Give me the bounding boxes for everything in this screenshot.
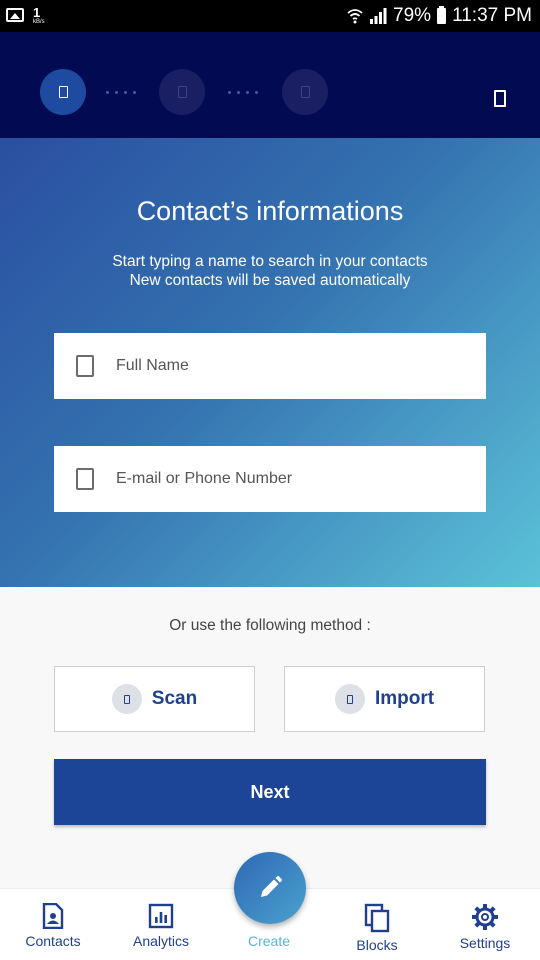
network-speed-unit: kB/s (33, 19, 45, 25)
signal-icon (369, 8, 387, 24)
method-label: Or use the following method : (169, 617, 371, 634)
status-bar: 1 kB/s 79% 11:37 PM (0, 0, 540, 32)
battery-icon (437, 6, 447, 24)
person-icon (76, 355, 94, 377)
status-right: 79% 11:37 PM (347, 5, 532, 27)
page-subtitle: Start typing a name to search in your co… (0, 252, 540, 290)
nav-analytics[interactable]: Analytics (116, 903, 206, 949)
clock: 11:37 PM (452, 5, 532, 26)
nav-create-label[interactable]: Create (224, 933, 314, 949)
analytics-icon (148, 903, 174, 929)
gallery-notification-icon (6, 8, 24, 22)
step-3-indicator[interactable] (282, 69, 328, 115)
nav-contacts[interactable]: Contacts (8, 903, 98, 949)
network-speed: 1 kB/s (33, 6, 45, 25)
subtitle-line-2: New contacts will be saved automatically (129, 272, 411, 289)
next-button[interactable]: Next (54, 759, 486, 825)
contact-info-section: Contact’s informations Start typing a na… (0, 138, 540, 587)
battery-percent: 79% (393, 5, 432, 26)
nav-settings-label: Settings (459, 935, 511, 951)
step-2-indicator[interactable] (159, 69, 205, 115)
scan-button[interactable]: Scan (54, 666, 255, 732)
stepper-header (0, 32, 540, 138)
nav-contacts-label: Contacts (25, 933, 81, 949)
full-name-field[interactable] (54, 333, 486, 399)
nav-settings[interactable]: Settings (440, 903, 530, 951)
gear-icon (472, 904, 498, 930)
pencil-icon (261, 876, 282, 897)
scan-label: Scan (151, 688, 198, 709)
contacts-icon (42, 903, 64, 929)
wifi-icon (347, 8, 363, 24)
step-1-indicator[interactable] (40, 69, 86, 115)
email-phone-input[interactable] (116, 470, 456, 488)
nav-blocks-label: Blocks (356, 937, 398, 953)
network-speed-value: 1 (33, 5, 41, 20)
create-fab-button[interactable] (234, 852, 306, 924)
nav-analytics-label: Analytics (132, 933, 190, 949)
full-name-input[interactable] (116, 357, 456, 375)
subtitle-line-1: Start typing a name to search in your co… (112, 253, 428, 270)
import-icon (334, 684, 365, 714)
blocks-icon (364, 903, 390, 933)
block-icon (177, 86, 187, 98)
page-title: Contact’s informations (136, 196, 404, 226)
step-connector-2 (228, 91, 258, 94)
contact-icon (76, 468, 94, 490)
import-button[interactable]: Import (284, 666, 485, 732)
confirm-icon (300, 86, 310, 98)
scan-icon (111, 684, 142, 714)
step-connector-1 (106, 91, 136, 94)
menu-icon[interactable] (494, 90, 506, 107)
contact-field[interactable] (54, 446, 486, 512)
import-label: Import (374, 688, 435, 709)
nav-blocks[interactable]: Blocks (332, 903, 422, 953)
status-left: 1 kB/s (6, 6, 45, 25)
contact-card-icon (58, 86, 68, 98)
